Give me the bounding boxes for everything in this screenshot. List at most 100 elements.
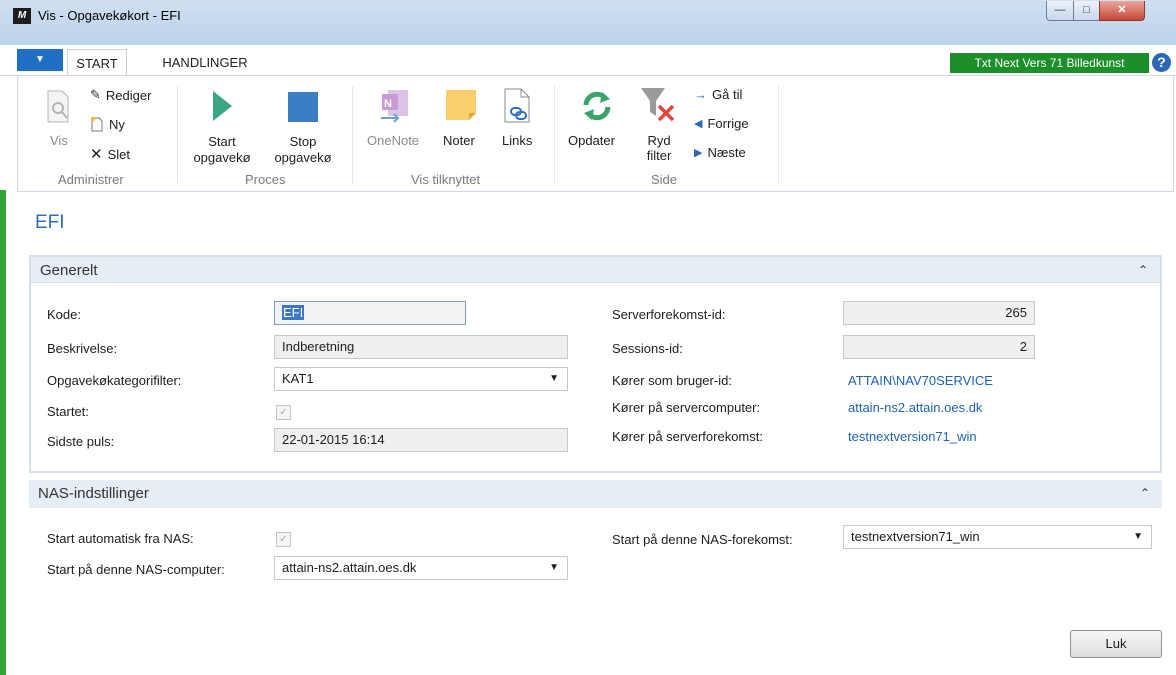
forrige-button[interactable]: ◀ Forrige [694, 116, 749, 131]
sessions-label: Sessions-id: [612, 341, 683, 356]
tab-handlinger[interactable]: HANDLINGER [140, 49, 270, 75]
window-title: Vis - Opgavekøkort - EFI [38, 8, 181, 23]
kode-field[interactable]: EFI [274, 301, 466, 325]
fasttab-generelt-header[interactable]: Generelt ⌃ [29, 255, 1162, 283]
start-opgavekoe-button[interactable]: Start opgavekø [190, 88, 254, 168]
help-icon[interactable]: ? [1152, 53, 1171, 72]
rediger-label: Rediger [105, 87, 152, 103]
noter-label: Noter [443, 133, 475, 148]
app-window: M Vis - Opgavekøkort - EFI — □ ✕ ▼ START… [0, 0, 1176, 675]
group-label-vis-tilknyttet: Vis tilknyttet [411, 172, 481, 187]
gaa-til-button[interactable]: → Gå til [694, 87, 742, 102]
nas-computer-label: Start på denne NAS-computer: [47, 562, 225, 577]
app-menu-button[interactable]: ▼ [17, 49, 63, 71]
stop-opgavekoe-button[interactable]: Stop opgavekø [268, 88, 338, 168]
servercomputer-label: Kører på servercomputer: [612, 400, 761, 415]
serverforekomst-field[interactable]: 265 [843, 301, 1035, 325]
dropdown-arrow-icon[interactable]: ▼ [1133, 526, 1143, 548]
ribbon-separator [177, 86, 178, 184]
nas-forekomst-select[interactable]: testnextversion71_win ▼ [843, 525, 1152, 549]
serverforekomst-label: Serverforekomst-id: [612, 307, 726, 322]
arrow-right-icon: → [694, 87, 707, 102]
collapse-chevron-icon[interactable]: ⌃ [1138, 263, 1148, 277]
ryd-label-line2: filter [646, 148, 672, 163]
sidste-puls-label: Sidste puls: [47, 434, 115, 449]
beskrivelse-label: Beskrivelse: [47, 341, 118, 356]
group-label-proces: Proces [245, 172, 286, 187]
noter-button[interactable]: Noter [440, 88, 486, 158]
kode-value: EFI [282, 305, 305, 320]
rediger-button[interactable]: ✎ Rediger [90, 87, 151, 103]
vis-label: Vis [50, 133, 68, 148]
naeste-label: Næste [707, 145, 746, 160]
ryd-filter-button[interactable]: Ryd filter [637, 86, 681, 168]
nas-forekomst-label: Start på denne NAS-forekomst: [612, 532, 793, 547]
pencil-icon: ✎ [90, 87, 101, 102]
ny-button[interactable]: Ny [90, 116, 125, 132]
kode-label: Kode: [47, 307, 81, 322]
serverinstans-link[interactable]: testnextversion71_win [848, 429, 977, 444]
sidste-puls-field[interactable]: 22-01-2015 16:14 [274, 428, 568, 452]
svg-text:N: N [384, 98, 392, 110]
onenote-label: OneNote [367, 133, 420, 148]
fasttab-nas-title: NAS-indstillinger [38, 485, 149, 502]
gaa-til-label: Gå til [712, 87, 743, 102]
tab-start[interactable]: START [67, 49, 127, 75]
bruger-id-label: Kører som bruger-id: [612, 373, 732, 388]
onenote-icon: N [381, 90, 408, 123]
fasttab-nas-header[interactable]: NAS-indstillinger ⌃ [29, 480, 1162, 508]
nas-auto-checkbox[interactable]: ✓ [276, 532, 291, 547]
company-badge: Txt Next Vers 71 Billedkunst [950, 53, 1149, 73]
links-label: Links [502, 133, 533, 148]
app-logo-icon: M [13, 8, 31, 24]
nas-computer-select[interactable]: attain-ns2.attain.oes.dk ▼ [274, 556, 568, 580]
dropdown-arrow-icon[interactable]: ▼ [549, 368, 559, 390]
note-icon [446, 90, 476, 120]
ribbon-separator [352, 86, 353, 184]
onenote-button[interactable]: N OneNote [365, 88, 427, 158]
group-label-side: Side [651, 172, 678, 187]
stop-label-line2: opgavekø [274, 150, 332, 165]
collapse-chevron-icon[interactable]: ⌃ [1140, 486, 1150, 500]
dropdown-arrow-icon[interactable]: ▼ [549, 557, 559, 579]
maximize-button[interactable]: □ [1073, 1, 1100, 21]
view-document-icon [47, 90, 69, 123]
minimize-button[interactable]: — [1046, 1, 1074, 21]
refresh-icon [583, 91, 611, 121]
nas-forekomst-value: testnextversion71_win [851, 529, 980, 544]
new-document-icon [90, 116, 103, 132]
ryd-label-line1: Ryd [647, 133, 671, 148]
servercomputer-link[interactable]: attain-ns2.attain.oes.dk [848, 400, 982, 415]
fasttab-generelt-title: Generelt [40, 262, 98, 279]
ribbon-separator [554, 86, 555, 184]
title-bar[interactable]: M Vis - Opgavekøkort - EFI — □ ✕ [0, 0, 1176, 45]
beskrivelse-field[interactable]: Indberetning [274, 335, 568, 359]
play-icon [213, 91, 232, 121]
forrige-label: Forrige [707, 116, 749, 131]
stop-label-line1: Stop [289, 134, 317, 149]
sessions-field[interactable]: 2 [843, 335, 1035, 359]
vis-button[interactable]: Vis [42, 88, 76, 158]
kategorifilter-select[interactable]: KAT1 ▼ [274, 367, 568, 391]
ny-label: Ny [109, 116, 125, 132]
opdater-label: Opdater [568, 133, 615, 148]
next-triangle-icon: ▶ [694, 147, 703, 159]
luk-button[interactable]: Luk [1070, 630, 1162, 658]
clear-filter-icon [641, 88, 675, 122]
page-title: EFI [35, 212, 65, 233]
slet-button[interactable]: ✕ Slet [90, 145, 130, 163]
link-icon [504, 88, 530, 123]
slet-label: Slet [107, 146, 130, 162]
window-accent-bar [0, 190, 6, 675]
close-window-button[interactable]: ✕ [1099, 1, 1145, 21]
kategorifilter-label: Opgavekøkategorifilter: [47, 373, 182, 388]
bruger-id-link[interactable]: ATTAIN\NAV70SERVICE [848, 373, 993, 388]
startet-checkbox[interactable]: ✓ [276, 405, 291, 420]
start-label-line2: opgavekø [193, 150, 251, 165]
previous-triangle-icon: ◀ [694, 118, 703, 130]
group-label-administrer: Administrer [58, 172, 124, 187]
naeste-button[interactable]: ▶ Næste [694, 145, 746, 160]
nas-auto-label: Start automatisk fra NAS: [47, 531, 194, 546]
links-button[interactable]: Links [497, 88, 539, 158]
opdater-button[interactable]: Opdater [566, 88, 628, 158]
